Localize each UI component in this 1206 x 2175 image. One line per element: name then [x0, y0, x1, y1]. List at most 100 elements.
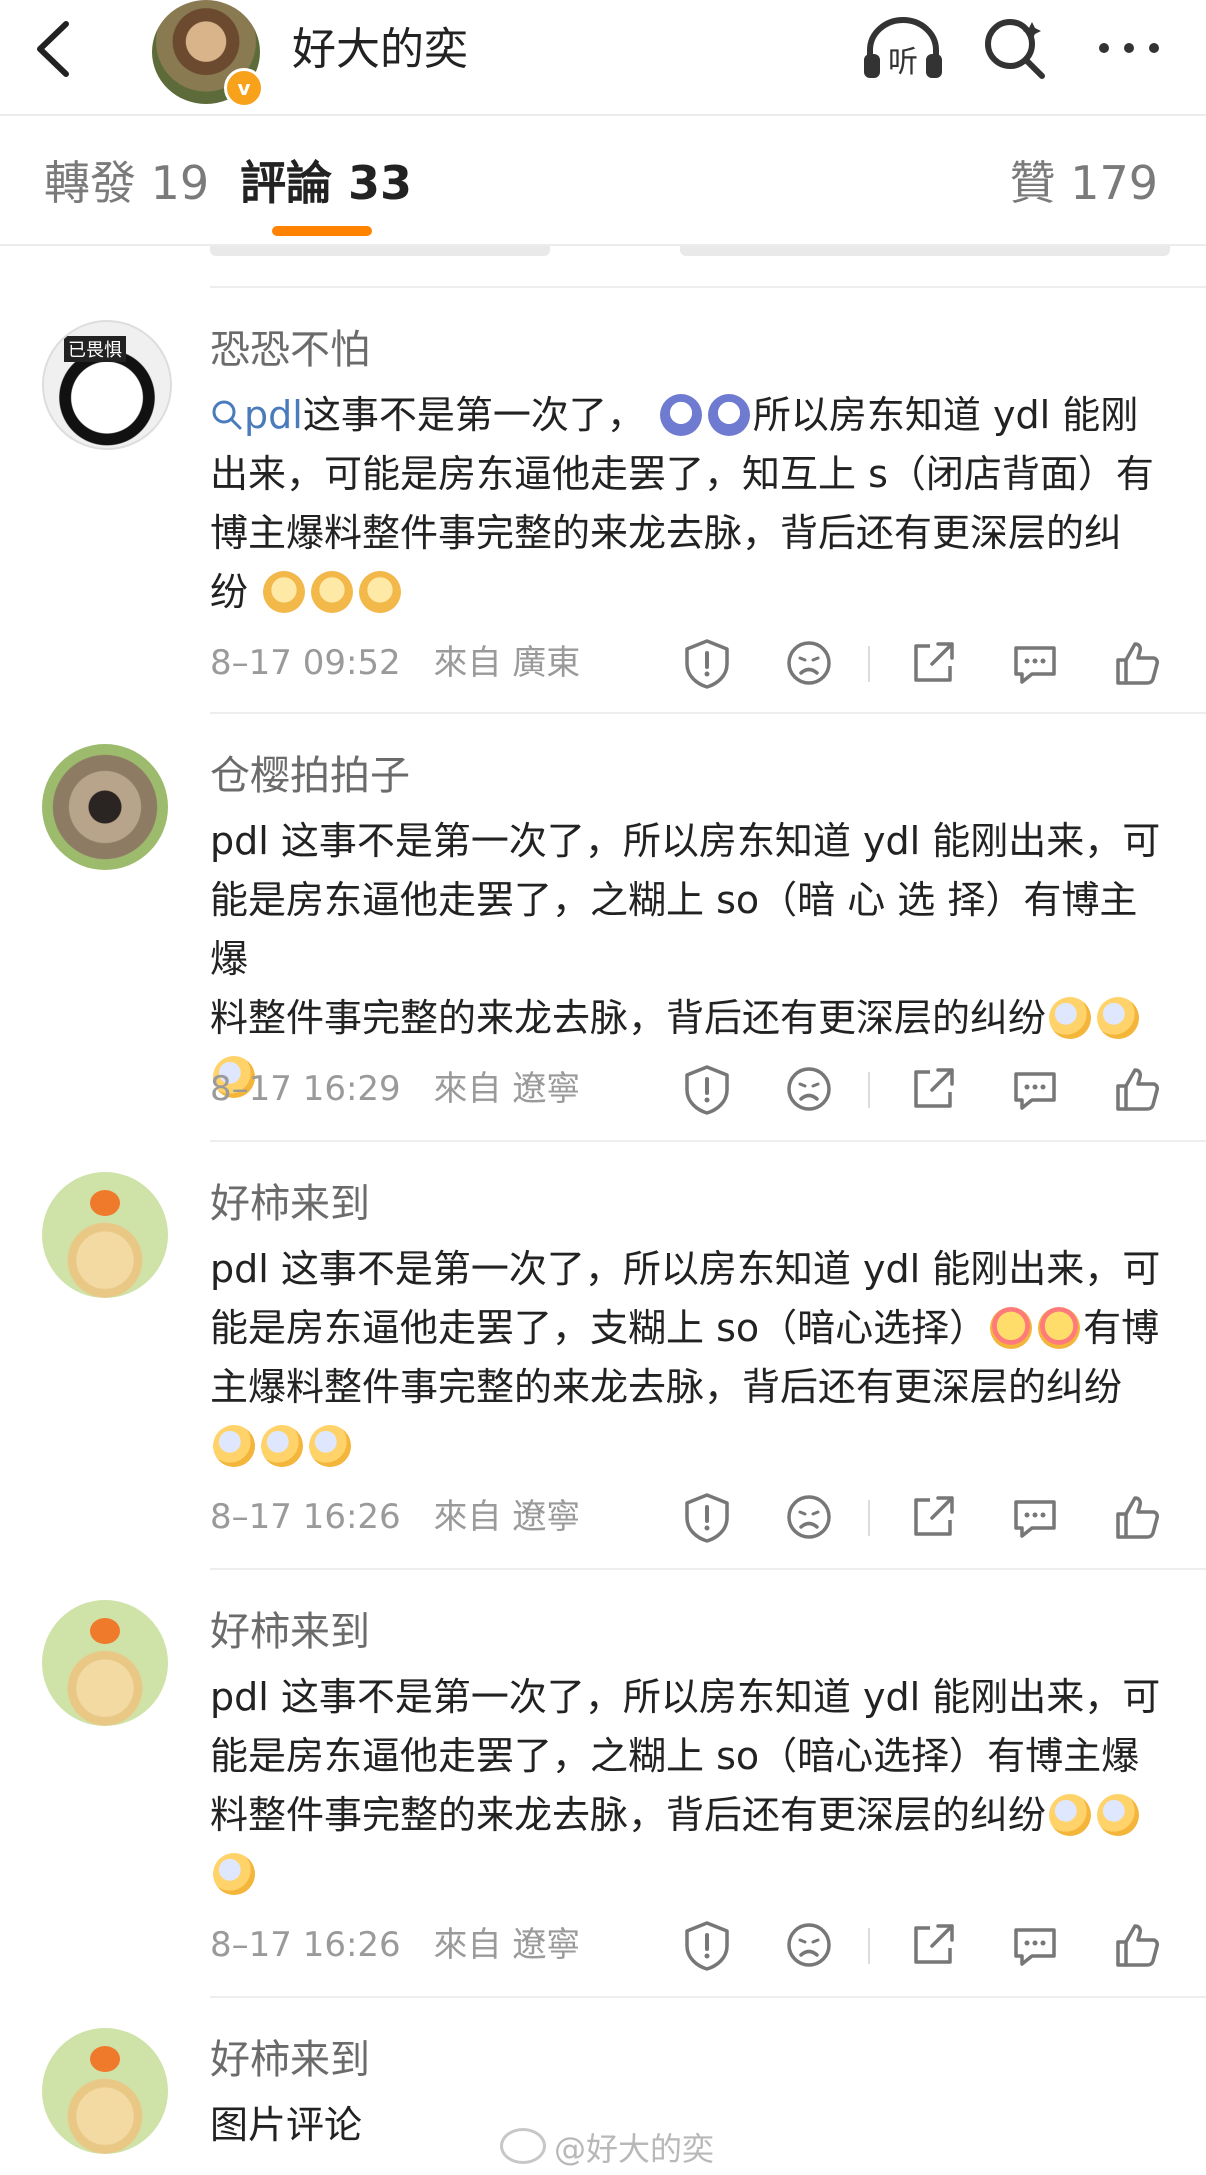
comment-time: 8–17 16:29: [210, 1069, 401, 1109]
verified-badge: v: [224, 68, 264, 108]
text-segment: 出来，可能是房东逼他走罢了，知互上 s（闭店背面）有: [210, 452, 1154, 496]
comment-time: 8–17 09:52: [210, 643, 401, 683]
comment-time: 8–17 16:26: [210, 1925, 401, 1965]
previous-comment-clipped: [0, 246, 1206, 286]
comment-location: 遼寧: [512, 1497, 581, 1537]
sleepy-emoji-icon: [213, 1425, 255, 1467]
text-segment: 能是房东逼他走罢了，支糊上 so（暗心选择）: [210, 1306, 988, 1350]
sleepy-emoji-icon: [1049, 1794, 1092, 1836]
text-segment: 博主爆料整件事完整的来龙去脉，背后还有更深层的纠: [210, 511, 1123, 555]
comment-text: pdl这事不是第一次了， 所以房东知道 ydl 能刚 出来，可能是房东逼他走罢了…: [210, 386, 1170, 622]
dog-emoji-icon: [659, 394, 702, 436]
watermark-text: @好大的奕: [554, 2130, 715, 2168]
comment-meta: 8–17 16:26 來自 遼寧: [210, 1494, 580, 1540]
comment-username[interactable]: 仓樱拍拍子: [210, 750, 410, 802]
dislike-icon[interactable]: [782, 1490, 836, 1544]
text-segment: 纷: [210, 570, 249, 614]
sleepy-emoji-icon: [261, 1425, 303, 1467]
comment-location: 遼寧: [512, 1069, 581, 1109]
text-segment: pdl 这事不是第一次了，所以房东知道 ydl 能刚出来，可: [210, 1675, 1161, 1719]
comment-actions: [676, 636, 1176, 690]
watermark: @好大的奕: [500, 2128, 714, 2169]
actions-divider: [868, 646, 870, 682]
listen-icon[interactable]: 听: [860, 14, 946, 84]
reply-icon[interactable]: [1008, 1062, 1062, 1116]
sleepy-emoji-icon: [1097, 1794, 1140, 1836]
dislike-icon[interactable]: [782, 1918, 836, 1972]
avatar[interactable]: 已畏惧: [42, 320, 172, 450]
comment-time: 8–17 16:26: [210, 1497, 401, 1537]
comment-location: 遼寧: [512, 1925, 581, 1965]
sleepy-emoji-icon: [309, 1425, 351, 1467]
image-comment-label: 图片评论: [210, 2103, 363, 2147]
tab-reposts[interactable]: 轉發 19: [44, 152, 209, 214]
share-icon[interactable]: [906, 636, 960, 690]
comment-text: pdl 这事不是第一次了，所以房东知道 ydl 能刚出来，可 能是房东逼他走罢了…: [210, 1240, 1170, 1476]
report-icon[interactable]: [680, 1918, 734, 1972]
report-icon[interactable]: [680, 1490, 734, 1544]
comment-actions: [676, 1062, 1176, 1116]
page-title[interactable]: 好大的奕: [292, 20, 468, 80]
comment-separator: [210, 1568, 1206, 1570]
text-segment: 能是房东逼他走罢了，之糊上 so（暗心选择）有博主爆: [210, 1734, 1140, 1778]
text-segment: 料整件事完整的来龙去脉，背后还有更深层的纠纷: [210, 1793, 1047, 1837]
dislike-icon[interactable]: [782, 1062, 836, 1116]
text-segment: pdl 这事不是第一次了，所以房东知道 ydl 能刚出来，可: [210, 819, 1161, 863]
text-segment: 这事不是第一次了，: [302, 393, 645, 437]
pray-emoji-icon: [359, 571, 402, 613]
avatar[interactable]: [42, 1600, 168, 1726]
share-icon[interactable]: [906, 1918, 960, 1972]
tab-comments[interactable]: 評論 33: [240, 152, 412, 214]
pray-emoji-icon: [311, 571, 354, 613]
text-segment: 有博: [1083, 1306, 1160, 1350]
comment-username[interactable]: 恐恐不怕: [210, 324, 370, 376]
comment-meta: 8–17 16:26 來自 遼寧: [210, 1922, 580, 1968]
reply-icon[interactable]: [1008, 636, 1062, 690]
comment-from: 來自: [433, 1069, 502, 1109]
like-icon[interactable]: [1110, 636, 1164, 690]
comment-actions: [676, 1490, 1176, 1544]
comment-username[interactable]: 好柿来到: [210, 2034, 370, 2086]
mention-link[interactable]: pdl: [210, 393, 303, 437]
share-icon[interactable]: [906, 1062, 960, 1116]
tab-likes[interactable]: 贊 179: [1010, 152, 1158, 214]
comment-meta: 8–17 16:29 來自 遼寧: [210, 1066, 580, 1112]
avatar[interactable]: [42, 1172, 168, 1298]
comment-username[interactable]: 好柿来到: [210, 1178, 370, 1230]
back-icon[interactable]: [28, 18, 78, 80]
mention-text: pdl: [244, 393, 303, 437]
avatar-label: 已畏惧: [64, 336, 126, 362]
pray-emoji-icon: [263, 571, 306, 613]
comment-separator: [210, 1140, 1206, 1142]
crying-emoji-icon: [990, 1307, 1033, 1349]
like-icon[interactable]: [1110, 1918, 1164, 1972]
reply-icon[interactable]: [1008, 1490, 1062, 1544]
sleepy-emoji-icon: [1097, 997, 1140, 1039]
like-icon[interactable]: [1110, 1490, 1164, 1544]
share-icon[interactable]: [906, 1490, 960, 1544]
avatar[interactable]: [42, 2028, 168, 2154]
comment-from: 來自: [433, 1497, 502, 1537]
report-icon[interactable]: [680, 1062, 734, 1116]
tab-bar: 轉發 19 評論 33 贊 179: [0, 116, 1206, 244]
text-segment: 主爆料整件事完整的来龙去脉，背后还有更深层的纠纷: [210, 1365, 1123, 1409]
dog-emoji-icon: [707, 394, 750, 436]
report-icon[interactable]: [680, 636, 734, 690]
clipped-meta: [210, 246, 550, 256]
comment-separator: [210, 712, 1206, 714]
dislike-icon[interactable]: [782, 636, 836, 690]
comment-from: 來自: [433, 1925, 502, 1965]
avatar[interactable]: [42, 744, 168, 870]
search-icon[interactable]: [980, 14, 1050, 84]
more-icon[interactable]: [1094, 26, 1164, 70]
comment-username[interactable]: 好柿来到: [210, 1606, 370, 1658]
sleepy-emoji-icon: [1049, 997, 1092, 1039]
tab-active-indicator: [272, 226, 372, 236]
reply-icon[interactable]: [1008, 1918, 1062, 1972]
actions-divider: [868, 1072, 870, 1108]
like-icon[interactable]: [1110, 1062, 1164, 1116]
text-segment: pdl 这事不是第一次了，所以房东知道 ydl 能刚出来，可: [210, 1247, 1161, 1291]
comment-meta: 8–17 09:52 來自 廣東: [210, 640, 580, 686]
clipped-actions: [680, 246, 1170, 256]
sleepy-emoji-icon: [213, 1853, 255, 1895]
